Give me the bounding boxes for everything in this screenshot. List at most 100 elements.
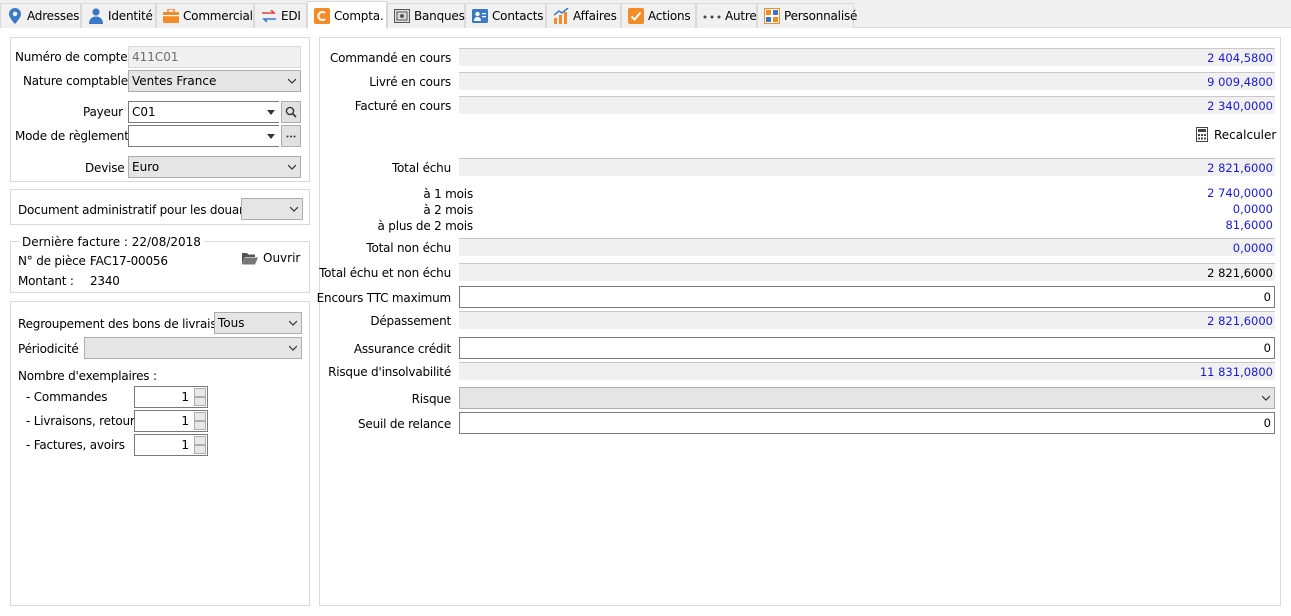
- payeur-value: C01: [132, 105, 156, 119]
- facture-label: Facturé en cours: [354, 99, 451, 113]
- m1-value: 2 740,0000: [1207, 186, 1273, 200]
- factures-label: - Factures, avoirs: [26, 438, 125, 452]
- payeur-search-button[interactable]: [281, 101, 301, 123]
- printing-group: Regroupement des bons de livraison Tous …: [10, 301, 310, 606]
- risque-select[interactable]: [459, 387, 1275, 409]
- regroupement-select[interactable]: Tous: [214, 312, 302, 334]
- devise-label: Devise: [85, 161, 125, 175]
- pin-icon: [7, 8, 23, 24]
- tab-identite[interactable]: Identité: [81, 3, 156, 28]
- assurance-input[interactable]: 0: [459, 337, 1275, 359]
- chevron-down-icon: [289, 320, 297, 326]
- devise-value: Euro: [132, 160, 160, 174]
- tab-commercial[interactable]: Commercial: [156, 3, 254, 28]
- calculator-icon: [1196, 127, 1208, 142]
- compta-icon: [314, 7, 330, 24]
- mode-reglement-label: Mode de règlement: [15, 129, 129, 143]
- briefcase-icon: [163, 8, 179, 24]
- factures-stepper[interactable]: 1: [134, 434, 208, 456]
- piece-value: FAC17-00056: [90, 254, 168, 268]
- mplus-value: 81,6000: [1225, 218, 1273, 232]
- stepper-down-button[interactable]: [194, 445, 206, 454]
- open-invoice-button[interactable]: Ouvrir: [242, 251, 300, 265]
- commandes-label: - Commandes: [26, 390, 108, 404]
- periodicite-select[interactable]: [84, 337, 302, 359]
- echu-label: Total échu: [391, 161, 451, 175]
- encours-label: Encours TTC maximum: [316, 291, 452, 305]
- dots-icon: [703, 8, 721, 24]
- assurance-label: Assurance crédit: [353, 342, 451, 356]
- regroupement-label: Regroupement des bons de livraison: [18, 317, 231, 331]
- montant-label: Montant :: [18, 274, 74, 288]
- tab-contacts[interactable]: Contacts: [465, 3, 546, 28]
- compta-page: Numéro de compte 411C01 Nature comptable…: [0, 28, 1291, 616]
- seuil-label: Seuil de relance: [357, 417, 451, 431]
- safe-icon: [394, 8, 410, 24]
- periodicite-label: Périodicité: [18, 342, 79, 356]
- tab-label: Personnalisé: [784, 9, 858, 23]
- echu-non-echu-value: 2 821,6000: [459, 263, 1275, 281]
- depassement-value: 2 821,6000: [459, 311, 1275, 329]
- mode-reglement-dropdown-button[interactable]: [263, 126, 279, 146]
- nature-comptable-value: Ventes France: [132, 74, 217, 88]
- non-echu-value: 0,0000: [459, 238, 1275, 256]
- regroupement-value: Tous: [218, 316, 245, 330]
- encours-input[interactable]: 0: [459, 286, 1275, 308]
- search-icon: [285, 106, 297, 118]
- numero-compte-label: Numéro de compte: [15, 50, 128, 64]
- stepper-down-button[interactable]: [194, 421, 206, 430]
- m2-value: 0,0000: [1232, 202, 1273, 216]
- stepper-down-button[interactable]: [194, 397, 206, 406]
- seuil-input[interactable]: 0: [459, 412, 1275, 434]
- chevron-down-icon: [288, 78, 296, 84]
- commandes-stepper[interactable]: 1: [134, 386, 208, 408]
- tab-adresses[interactable]: Adresses: [0, 3, 81, 28]
- tab-compta[interactable]: Compta.: [307, 1, 387, 29]
- chevron-down-icon: [1262, 395, 1270, 401]
- livraisons-stepper[interactable]: 1: [134, 410, 208, 432]
- tab-label: Banques: [414, 9, 465, 23]
- tab-affaires[interactable]: Affaires: [546, 3, 621, 28]
- mode-reglement-input[interactable]: [128, 125, 279, 147]
- payeur-input[interactable]: C01: [128, 101, 279, 123]
- tab-label: Adresses: [27, 9, 80, 23]
- commandes-value: 1: [181, 390, 189, 404]
- stepper-up-button[interactable]: [194, 436, 206, 445]
- tab-edi[interactable]: EDI: [254, 3, 307, 28]
- tab-personnalise[interactable]: Personnalisé: [757, 3, 858, 28]
- stepper-up-button[interactable]: [194, 388, 206, 397]
- chart-icon: [553, 8, 569, 24]
- folder-open-icon: [242, 252, 258, 264]
- nature-comptable-select[interactable]: Ventes France: [128, 70, 301, 92]
- chevron-down-icon: [290, 206, 298, 212]
- commande-value: 2 404,5800: [459, 48, 1275, 66]
- tab-label: Commercial: [183, 9, 253, 23]
- recalculer-label: Recalculer: [1214, 127, 1277, 142]
- livraisons-label: - Livraisons, retours: [26, 414, 141, 428]
- tab-label: Identité: [108, 9, 153, 23]
- livre-label: Livré en cours: [369, 75, 451, 89]
- recalculer-button[interactable]: Recalculer: [1196, 127, 1276, 142]
- mode-reglement-more-button[interactable]: [281, 125, 301, 147]
- douane-label: Document administratif pour les douanes: [18, 203, 260, 217]
- factures-value: 1: [181, 438, 189, 452]
- devise-select[interactable]: Euro: [128, 156, 301, 178]
- last-invoice-group: Dernière facture : 22/08/2018 N° de pièc…: [10, 235, 310, 293]
- last-invoice-legend: Dernière facture : 22/08/2018: [19, 235, 204, 249]
- tab-label: Actions: [648, 9, 691, 23]
- chevron-down-icon: [288, 164, 296, 170]
- tab-autre[interactable]: Autre: [696, 3, 757, 28]
- douane-select[interactable]: [241, 198, 303, 220]
- commande-label: Commandé en cours: [329, 51, 451, 65]
- chevron-down-icon: [289, 345, 297, 351]
- contact-card-icon: [472, 8, 488, 24]
- stepper-up-button[interactable]: [194, 412, 206, 421]
- numero-compte-field: 411C01: [128, 46, 301, 68]
- tab-actions[interactable]: Actions: [621, 3, 696, 28]
- tab-label: EDI: [281, 9, 301, 23]
- payeur-dropdown-button[interactable]: [263, 102, 279, 122]
- tab-label: Autre: [725, 9, 757, 23]
- account-group: Numéro de compte 411C01 Nature comptable…: [10, 37, 310, 182]
- tab-banques[interactable]: Banques: [387, 3, 465, 28]
- echu-value: 2 821,6000: [459, 158, 1275, 176]
